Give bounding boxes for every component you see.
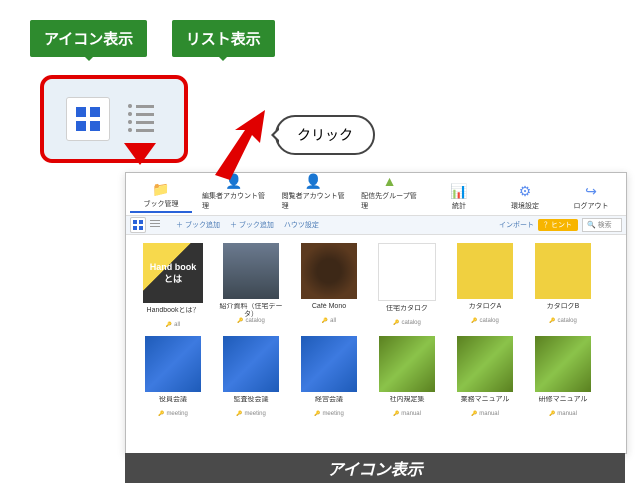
toolbar-icon: 📁 <box>153 181 169 197</box>
book-item[interactable]: 研修マニュアルmanual <box>528 336 598 417</box>
book-item[interactable]: 紹介資料（住宅データ）catalog <box>216 243 286 328</box>
main-toolbar: 📁 ブック管理 👤 編集者アカウント管理 👤 閲覧者アカウント管理 ▲ 配信先グループ管理 📊 統… <box>126 173 626 216</box>
book-tag: all <box>166 322 180 328</box>
book-tag: manual <box>471 411 499 417</box>
toolbar-item[interactable]: 👤 編集者アカウント管理 <box>196 171 272 213</box>
toolbar-label: 配信先グループ管理 <box>361 191 418 211</box>
book-title: 社内規定集 <box>390 396 425 410</box>
sub-toolbar: ＋ ブック追加＋ ブック追加ハウツ設定 インポート ？ヒント 🔍 検索 <box>126 216 626 235</box>
view-toggle-zoom <box>40 75 188 163</box>
book-tag: meeting <box>236 411 266 417</box>
toolbar-item[interactable]: 📊 統計 <box>428 181 490 213</box>
toolbar-item[interactable]: 📁 ブック管理 <box>130 179 192 213</box>
book-item[interactable]: 経営会議meeting <box>294 336 364 417</box>
toolbar-label: ブック管理 <box>144 199 179 209</box>
toolbar-item[interactable]: ▲ 配信先グループ管理 <box>355 171 424 213</box>
click-callout: クリック <box>275 115 375 155</box>
sub-action[interactable]: ハウツ設定 <box>284 220 319 230</box>
book-thumbnail <box>457 243 513 299</box>
toolbar-label: ログアウト <box>574 201 609 211</box>
toolbar-label: 環境設定 <box>511 201 539 211</box>
book-thumbnail <box>535 336 591 392</box>
list-view-icon[interactable] <box>120 97 162 139</box>
book-thumbnail <box>378 243 436 301</box>
content-area: Hand book とはHandbookとは？all紹介資料（住宅データ）cat… <box>126 235 626 473</box>
book-item[interactable]: 住宅カタログcatalog <box>372 243 442 328</box>
book-thumbnail <box>301 243 357 299</box>
book-item[interactable]: Café Monoall <box>294 243 364 328</box>
book-item[interactable]: Hand book とは Handbookとは？all <box>138 243 208 328</box>
book-thumbnail: Hand book とは <box>143 243 203 303</box>
hint-button[interactable]: ？ヒント <box>538 219 578 231</box>
book-title: 役員会議 <box>159 396 187 410</box>
book-title: 研修マニュアル <box>539 396 588 410</box>
book-title: Handbookとは？ <box>147 307 200 321</box>
icon-view-label: アイコン表示 <box>30 20 147 57</box>
book-tag: catalog <box>237 318 265 324</box>
book-item[interactable]: 業務マニュアルmanual <box>450 336 520 417</box>
book-tag: all <box>322 318 336 324</box>
toolbar-label: 閲覧者アカウント管理 <box>282 191 346 211</box>
book-thumbnail <box>535 243 591 299</box>
book-thumbnail <box>301 336 357 392</box>
book-thumbnail <box>379 336 435 392</box>
sub-action[interactable]: ＋ ブック追加 <box>176 220 220 230</box>
book-item[interactable]: カタログAcatalog <box>450 243 520 328</box>
toolbar-icon: ▲ <box>382 173 398 189</box>
book-title: 経営会議 <box>315 396 343 410</box>
book-item[interactable]: カタログBcatalog <box>528 243 598 328</box>
toolbar-icon: 👤 <box>305 173 321 189</box>
book-thumbnail <box>223 243 279 299</box>
search-input[interactable]: 🔍 検索 <box>582 218 622 232</box>
book-grid: Hand book とはHandbookとは？all紹介資料（住宅データ）cat… <box>138 243 614 417</box>
toolbar-label: 統計 <box>452 201 466 211</box>
book-tag: manual <box>393 411 421 417</box>
book-item[interactable]: 役員会議meeting <box>138 336 208 417</box>
grid-toggle-small[interactable] <box>130 217 146 233</box>
toolbar-icon: ⚙ <box>517 183 533 199</box>
toolbar-icon: 📊 <box>451 183 467 199</box>
book-tag: catalog <box>471 318 499 324</box>
grid-view-icon[interactable] <box>66 97 110 141</box>
list-view-label: リスト表示 <box>172 20 275 57</box>
book-thumbnail <box>457 336 513 392</box>
book-tag: manual <box>549 411 577 417</box>
import-link[interactable]: インポート <box>499 220 534 230</box>
toolbar-icon: 👤 <box>226 173 242 189</box>
sub-actions: ＋ ブック追加＋ ブック追加ハウツ設定 <box>166 220 319 230</box>
book-tag: catalog <box>549 318 577 324</box>
book-item[interactable]: 社内規定集manual <box>372 336 442 417</box>
book-title: 住宅カタログ <box>386 305 428 319</box>
book-tag: catalog <box>393 320 421 326</box>
book-tag: meeting <box>314 411 344 417</box>
list-toggle-small[interactable] <box>148 217 162 231</box>
book-title: 監査役会議 <box>234 396 269 410</box>
view-labels: アイコン表示 リスト表示 <box>30 20 275 57</box>
toolbar-item[interactable]: 👤 閲覧者アカウント管理 <box>276 171 352 213</box>
sub-action[interactable]: ＋ ブック追加 <box>230 220 274 230</box>
book-item[interactable]: 監査役会議meeting <box>216 336 286 417</box>
app-window: 📁 ブック管理 👤 編集者アカウント管理 👤 閲覧者アカウント管理 ▲ 配信先グループ管理 📊 統… <box>125 172 627 454</box>
book-thumbnail <box>223 336 279 392</box>
book-title: 業務マニュアル <box>461 396 510 410</box>
book-thumbnail <box>145 336 201 392</box>
toolbar-item[interactable]: ⚙ 環境設定 <box>494 181 556 213</box>
book-title: 紹介資料（住宅データ） <box>216 303 286 317</box>
book-tag: meeting <box>158 411 188 417</box>
book-title: Café Mono <box>312 303 346 317</box>
bottom-caption: アイコン表示 <box>125 453 625 483</box>
toolbar-item[interactable]: ↪ ログアウト <box>560 181 622 213</box>
book-title: カタログA <box>469 303 502 317</box>
toolbar-icon: ↪ <box>583 183 599 199</box>
book-title: カタログB <box>547 303 580 317</box>
toolbar-label: 編集者アカウント管理 <box>202 191 266 211</box>
